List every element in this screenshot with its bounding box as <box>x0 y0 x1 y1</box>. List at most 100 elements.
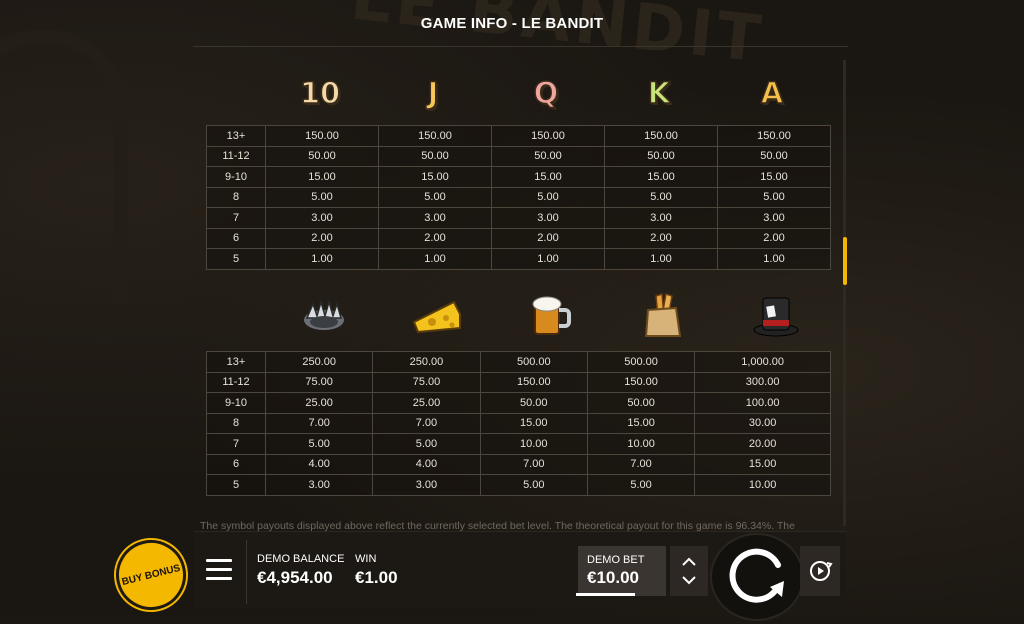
symbol-count-cell: 8 <box>206 186 266 208</box>
trap-icon <box>294 292 354 338</box>
payout-cell: 4.00 <box>372 453 481 475</box>
payout-cell: 2.00 <box>491 227 605 249</box>
payout-cell: 15.00 <box>479 412 588 434</box>
payout-cell: 5.00 <box>264 433 374 455</box>
low-paytable-row: 6 2.00 2.00 2.00 2.00 2.00 <box>206 227 831 249</box>
payout-cell: 2.00 <box>265 227 379 249</box>
scrollbar-thumb[interactable] <box>843 237 847 285</box>
paytable-panel[interactable]: 10 J Q K A 13+ 150.00 150.00 150.00 150.00 15… <box>196 56 844 528</box>
payout-cell: 150.00 <box>604 125 718 147</box>
bet-label: DEMO BET <box>587 554 645 566</box>
payout-cell: 10.00 <box>694 474 831 496</box>
spin-button[interactable] <box>710 533 804 621</box>
symbol-count-cell: 7 <box>206 433 266 455</box>
payout-cell: 20.00 <box>694 433 831 455</box>
payout-cell: 75.00 <box>264 371 374 393</box>
symbol-count-cell: 9-10 <box>206 392 266 414</box>
symbol-count-cell: 5 <box>206 248 266 270</box>
payout-cell: 3.00 <box>372 474 481 496</box>
chevron-down-icon[interactable] <box>681 574 697 586</box>
payout-cell: 1,000.00 <box>694 351 831 373</box>
payout-cell: 15.00 <box>604 166 718 188</box>
payout-cell: 5.00 <box>604 186 718 208</box>
symbol-count-cell: 8 <box>206 412 266 434</box>
payout-cell: 25.00 <box>264 392 374 414</box>
payout-cell: 7.00 <box>586 453 696 475</box>
payout-cell: 150.00 <box>491 125 605 147</box>
autoplay-button[interactable] <box>800 546 840 596</box>
high-paytable-row: 5 3.00 3.00 5.00 5.00 10.00 <box>206 474 831 496</box>
bet-stepper[interactable] <box>670 546 708 596</box>
background-arch <box>0 30 128 304</box>
payout-cell: 7.00 <box>264 412 374 434</box>
symbol-j: J <box>403 70 463 116</box>
low-symbols-paytable: 13+ 150.00 150.00 150.00 150.00 150.00 11-12 50… <box>206 125 831 270</box>
high-paytable-row: 9-10 25.00 25.00 50.00 50.00 100.00 <box>206 392 831 414</box>
payout-cell: 5.00 <box>586 474 696 496</box>
high-paytable-row: 6 4.00 4.00 7.00 7.00 15.00 <box>206 453 831 475</box>
scrollbar-track[interactable] <box>843 60 846 526</box>
payout-cell: 50.00 <box>479 392 588 414</box>
payout-cell: 100.00 <box>694 392 831 414</box>
symbol-count-cell: 11-12 <box>206 371 266 393</box>
payout-cell: 15.00 <box>491 166 605 188</box>
win-value: €1.00 <box>355 568 398 587</box>
payout-cell: 10.00 <box>586 433 696 455</box>
payout-cell: 15.00 <box>265 166 379 188</box>
beer-mug-icon <box>520 292 580 338</box>
spin-icon <box>729 548 784 603</box>
high-paytable-row: 11-12 75.00 75.00 150.00 150.00 300.00 <box>206 371 831 393</box>
payout-cell: 50.00 <box>265 145 379 167</box>
header-divider <box>193 46 848 47</box>
payout-cell: 1.00 <box>265 248 379 270</box>
payout-cell: 5.00 <box>717 186 831 208</box>
low-symbols-row: 10 J Q K A <box>206 70 831 120</box>
payout-cell: 2.00 <box>378 227 492 249</box>
symbol-10-label: 10 <box>299 75 341 111</box>
payout-cell: 3.00 <box>378 207 492 229</box>
payout-cell: 7.00 <box>372 412 481 434</box>
payout-cell: 15.00 <box>717 166 831 188</box>
payout-cell: 5.00 <box>265 186 379 208</box>
payout-cell: 3.00 <box>264 474 374 496</box>
symbol-q-label: Q <box>533 75 559 111</box>
payout-cell: 1.00 <box>604 248 718 270</box>
low-paytable-row: 8 5.00 5.00 5.00 5.00 5.00 <box>206 186 831 208</box>
payout-cell: 150.00 <box>479 371 588 393</box>
payout-cell: 1.00 <box>378 248 492 270</box>
payout-cell: 150.00 <box>586 371 696 393</box>
payout-cell: 250.00 <box>264 351 374 373</box>
symbol-k-label: K <box>647 75 671 111</box>
high-paytable-row: 7 5.00 5.00 10.00 10.00 20.00 <box>206 433 831 455</box>
chevron-up-icon[interactable] <box>681 556 697 568</box>
baguette-bag-icon <box>633 292 693 338</box>
payout-cell: 75.00 <box>372 371 481 393</box>
low-paytable-row: 11-12 50.00 50.00 50.00 50.00 50.00 <box>206 145 831 167</box>
payout-cell: 50.00 <box>586 392 696 414</box>
payout-cell: 300.00 <box>694 371 831 393</box>
low-paytable-row: 7 3.00 3.00 3.00 3.00 3.00 <box>206 207 831 229</box>
payout-cell: 500.00 <box>479 351 588 373</box>
payout-cell: 3.00 <box>265 207 379 229</box>
payout-cell: 5.00 <box>479 474 588 496</box>
payout-cell: 50.00 <box>717 145 831 167</box>
symbol-count-cell: 7 <box>206 207 266 229</box>
symbol-count-cell: 9-10 <box>206 166 266 188</box>
payout-cell: 50.00 <box>491 145 605 167</box>
win-label: WIN <box>355 553 377 565</box>
payout-cell: 3.00 <box>717 207 831 229</box>
payout-cell: 50.00 <box>378 145 492 167</box>
payout-cell: 15.00 <box>694 453 831 475</box>
top-hat-icon <box>746 292 806 338</box>
menu-icon[interactable] <box>206 559 232 581</box>
symbol-count-cell: 11-12 <box>206 145 266 167</box>
balance-value: €4,954.00 <box>257 568 333 587</box>
bottom-divider <box>246 540 247 604</box>
payout-cell: 30.00 <box>694 412 831 434</box>
page-title: GAME INFO - LE BANDIT <box>420 15 604 32</box>
payout-cell: 150.00 <box>717 125 831 147</box>
symbol-j-label: J <box>427 75 439 111</box>
payout-cell: 2.00 <box>717 227 831 249</box>
low-paytable-row: 13+ 150.00 150.00 150.00 150.00 150.00 <box>206 125 831 147</box>
bet-underline <box>576 593 635 596</box>
